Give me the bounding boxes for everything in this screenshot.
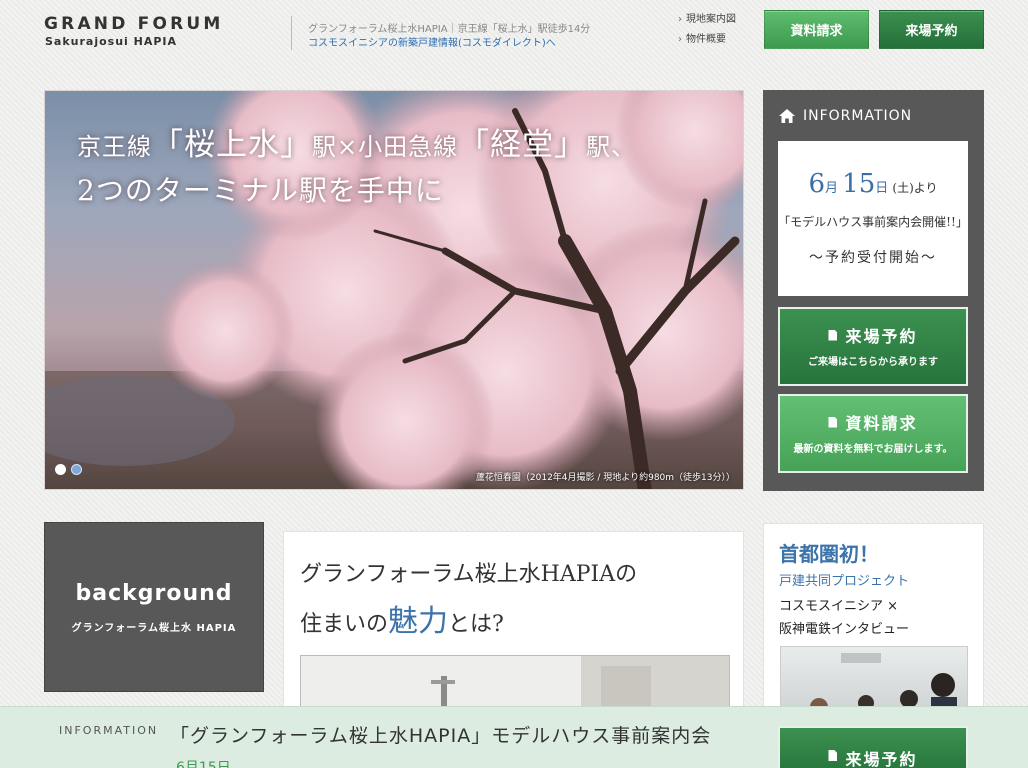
background-subtitle: グランフォーラム桜上水 HAPIA — [71, 623, 237, 634]
background-link-box[interactable]: background グランフォーラム桜上水 HAPIA — [44, 522, 264, 692]
cosmo-direct-link[interactable]: コスモスイニシアの新築戸建情報(コスモダイレクト)へ — [308, 34, 556, 49]
event-date: 6月 15日 (土)より — [808, 169, 938, 199]
document-icon — [828, 750, 838, 761]
document-icon — [828, 329, 838, 341]
interview-line-2: 阪神電鉄インタビュー — [779, 622, 910, 637]
hero-slider[interactable]: 京王線「桜上水」駅×小田急線「経堂」駅、 2つのターミナル駅を手中に 蘆花恒春園… — [44, 90, 744, 490]
slider-dot-2[interactable] — [71, 464, 82, 475]
header-request-button[interactable]: 資料請求 — [764, 10, 869, 49]
logo-subtitle[interactable]: Sakurajosui HAPIA — [45, 35, 177, 48]
feature-heading-2: 住まいの魅力とは? — [300, 604, 504, 639]
background-title: background — [75, 581, 233, 606]
bottom-info-bar: INFORMATION 「グランフォーラム桜上水HAPIA」モデルハウス事前案内… — [0, 706, 1028, 768]
bottom-bar-title[interactable]: 「グランフォーラム桜上水HAPIA」モデルハウス事前案内会 — [170, 721, 711, 748]
hero-caption: 蘆花恒春園（2012年4月撮影 / 現地より約980m（徒歩13分）） — [475, 473, 735, 483]
nav-property-outline[interactable]: 物件概要 — [678, 30, 736, 50]
information-heading: INFORMATION — [779, 108, 912, 124]
home-icon — [779, 109, 795, 123]
slider-dot-1[interactable] — [55, 464, 66, 475]
hero-headline-2: 2つのターミナル駅を手中に — [77, 174, 444, 207]
information-card[interactable]: 6月 15日 (土)より 「モデルハウス事前案内会開催!!」 ～予約受付開始～ — [778, 141, 968, 296]
bottom-bar-date: 6月15日 — [176, 760, 231, 768]
logo-title[interactable]: GRAND FORUM — [44, 14, 224, 34]
site-tagline: グランフォーラム桜上水HAPIA｜京王線「桜上水」駅徒歩14分 — [308, 24, 591, 35]
feature-heading-1: グランフォーラム桜上水HAPIAの — [300, 562, 638, 587]
interview-card[interactable]: 首都圏初！ 戸建共同プロジェクト コスモスイニシア × 阪神電鉄インタビュー — [763, 523, 984, 723]
event-note: ～予約受付開始～ — [809, 250, 937, 266]
sidebar-visit-button[interactable]: 来場予約 ご来場はこちらから承ります — [778, 307, 968, 386]
feature-card[interactable]: グランフォーラム桜上水HAPIAの 住まいの魅力とは? — [283, 531, 744, 721]
nav-access-map[interactable]: 現地案内図 — [678, 10, 736, 30]
bottom-visit-button[interactable]: 来場予約 — [778, 726, 968, 768]
bottom-bar-label: INFORMATION — [59, 724, 159, 737]
hero-headline-1: 京王線「桜上水」駅×小田急線「経堂」駅、 — [77, 127, 637, 163]
interview-subheading: 戸建共同プロジェクト — [779, 574, 910, 589]
interview-heading: 首都圏初！ — [779, 542, 879, 566]
interview-line-1: コスモスイニシア × — [779, 599, 899, 614]
event-title: 「モデルハウス事前案内会開催!!」 — [778, 215, 968, 229]
sidebar-request-button[interactable]: 資料請求 最新の資料を無料でお届けします。 — [778, 394, 968, 473]
header-divider — [291, 16, 292, 50]
document-icon — [828, 416, 838, 428]
header-visit-button[interactable]: 来場予約 — [879, 10, 984, 49]
information-panel: INFORMATION 6月 15日 (土)より 「モデルハウス事前案内会開催!… — [763, 90, 984, 491]
utility-nav: 現地案内図 物件概要 — [678, 10, 736, 50]
